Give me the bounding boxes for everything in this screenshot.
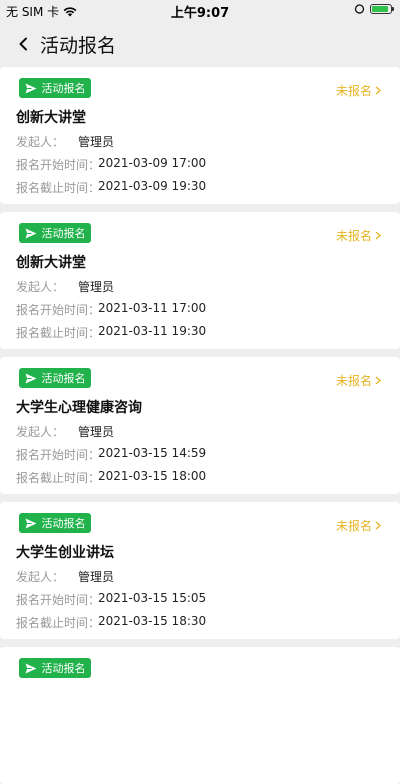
start-time-value: 2021-03-11 17:00 — [98, 301, 207, 315]
deadline-row: 报名截止时间： 2021-03-11 19:30 — [16, 324, 206, 341]
deadline-row: 报名截止时间： 2021-03-09 19:30 — [16, 179, 206, 196]
badge-label: 活动报名 — [41, 517, 86, 530]
registration-status-link[interactable]: 未报名 — [336, 82, 381, 99]
deadline-row: 报名截止时间： 2021-03-15 18:30 — [16, 614, 206, 631]
send-icon — [25, 83, 36, 93]
deadline-value: 2021-03-15 18:30 — [98, 614, 207, 628]
start-time-row: 报名开始时间： 2021-03-11 17:00 — [16, 301, 206, 318]
chevron-left-icon — [19, 37, 27, 51]
start-time-value: 2021-03-15 15:05 — [98, 591, 207, 605]
status-bar: 无 SIM 卡 上午9:07 — [0, 0, 400, 21]
chevron-right-icon — [375, 231, 381, 240]
back-button[interactable] — [8, 22, 38, 66]
chevron-right-icon — [375, 376, 381, 385]
event-card[interactable]: 活动报名 未报名 大学生创业讲坛 发起人： 管理员 报名开始时间： 2021-03-… — [0, 502, 400, 639]
deadline-label: 报名截止时间： — [16, 471, 101, 485]
registration-status-link[interactable]: 未报名 — [336, 372, 381, 389]
deadline-row: 报名截止时间： 2021-03-15 18:00 — [16, 469, 206, 486]
initiator-row: 发起人： 管理员 — [16, 423, 114, 440]
badge-label: 活动报名 — [41, 662, 86, 675]
event-type-badge: 活动报名 — [19, 368, 91, 388]
badge-label: 活动报名 — [41, 372, 86, 385]
initiator-value: 管理员 — [78, 425, 115, 439]
deadline-label: 报名截止时间： — [16, 181, 101, 195]
send-icon — [25, 373, 36, 383]
start-time-row: 报名开始时间： 2021-03-09 17:00 — [16, 156, 206, 173]
registration-status: 未报名 — [335, 519, 372, 533]
event-title: 创新大讲堂 — [16, 255, 86, 271]
event-type-badge: 活动报名 — [19, 223, 91, 243]
initiator-label: 发起人： — [16, 425, 65, 439]
status-bar-right — [354, 3, 394, 14]
send-icon — [25, 228, 36, 238]
registration-status: 未报名 — [335, 84, 372, 98]
send-icon — [25, 663, 36, 673]
event-title: 创新大讲堂 — [16, 110, 86, 126]
registration-status: 未报名 — [335, 374, 372, 388]
battery-icon — [370, 3, 394, 14]
initiator-row: 发起人： 管理员 — [16, 568, 114, 585]
send-icon — [25, 518, 36, 528]
event-card[interactable]: 活动报名 未报名 创新大讲堂 发起人： 管理员 报名开始时间： 2021-03-11… — [0, 212, 400, 349]
event-title: 大学生创业讲坛 — [16, 545, 114, 561]
event-title: 大学生心理健康咨询 — [16, 400, 142, 416]
event-card[interactable]: 活动报名 — [0, 647, 400, 784]
event-type-badge: 活动报名 — [19, 513, 91, 533]
start-time-label: 报名开始时间： — [16, 593, 101, 607]
start-time-row: 报名开始时间： 2021-03-15 15:05 — [16, 591, 206, 608]
deadline-value: 2021-03-15 18:00 — [98, 469, 207, 483]
registration-status: 未报名 — [335, 229, 372, 243]
start-time-label: 报名开始时间： — [16, 448, 101, 462]
event-card[interactable]: 活动报名 未报名 创新大讲堂 发起人： 管理员 报名开始时间： 2021-03-09… — [0, 67, 400, 204]
badge-label: 活动报名 — [41, 82, 86, 95]
initiator-value: 管理员 — [78, 570, 115, 584]
status-time: 上午9:07 — [170, 6, 230, 21]
deadline-value: 2021-03-09 19:30 — [98, 179, 207, 193]
event-type-badge: 活动报名 — [19, 78, 91, 98]
start-time-label: 报名开始时间： — [16, 158, 101, 172]
page-title: 活动报名 — [40, 34, 117, 57]
registration-status-link[interactable]: 未报名 — [336, 517, 381, 534]
start-time-value: 2021-03-15 14:59 — [98, 446, 207, 460]
event-card[interactable]: 活动报名 未报名 大学生心理健康咨询 发起人： 管理员 报名开始时间： 2021-0… — [0, 357, 400, 494]
initiator-row: 发起人： 管理员 — [16, 278, 114, 295]
event-type-badge: 活动报名 — [19, 658, 91, 678]
initiator-value: 管理员 — [78, 280, 115, 294]
alarm-icon — [354, 4, 365, 14]
registration-status-link[interactable]: 未报名 — [336, 227, 381, 244]
deadline-value: 2021-03-11 19:30 — [98, 324, 207, 338]
badge-label: 活动报名 — [41, 227, 86, 240]
initiator-label: 发起人： — [16, 280, 65, 294]
nav-bar: 活动报名 — [0, 22, 400, 66]
initiator-label: 发起人： — [16, 135, 65, 149]
initiator-row: 发起人： 管理员 — [16, 133, 114, 150]
start-time-value: 2021-03-09 17:00 — [98, 156, 207, 170]
chevron-right-icon — [375, 86, 381, 95]
chevron-right-icon — [375, 521, 381, 530]
start-time-row: 报名开始时间： 2021-03-15 14:59 — [16, 446, 206, 463]
deadline-label: 报名截止时间： — [16, 326, 101, 340]
initiator-label: 发起人： — [16, 570, 65, 584]
deadline-label: 报名截止时间： — [16, 616, 101, 630]
initiator-value: 管理员 — [78, 135, 115, 149]
start-time-label: 报名开始时间： — [16, 303, 101, 317]
